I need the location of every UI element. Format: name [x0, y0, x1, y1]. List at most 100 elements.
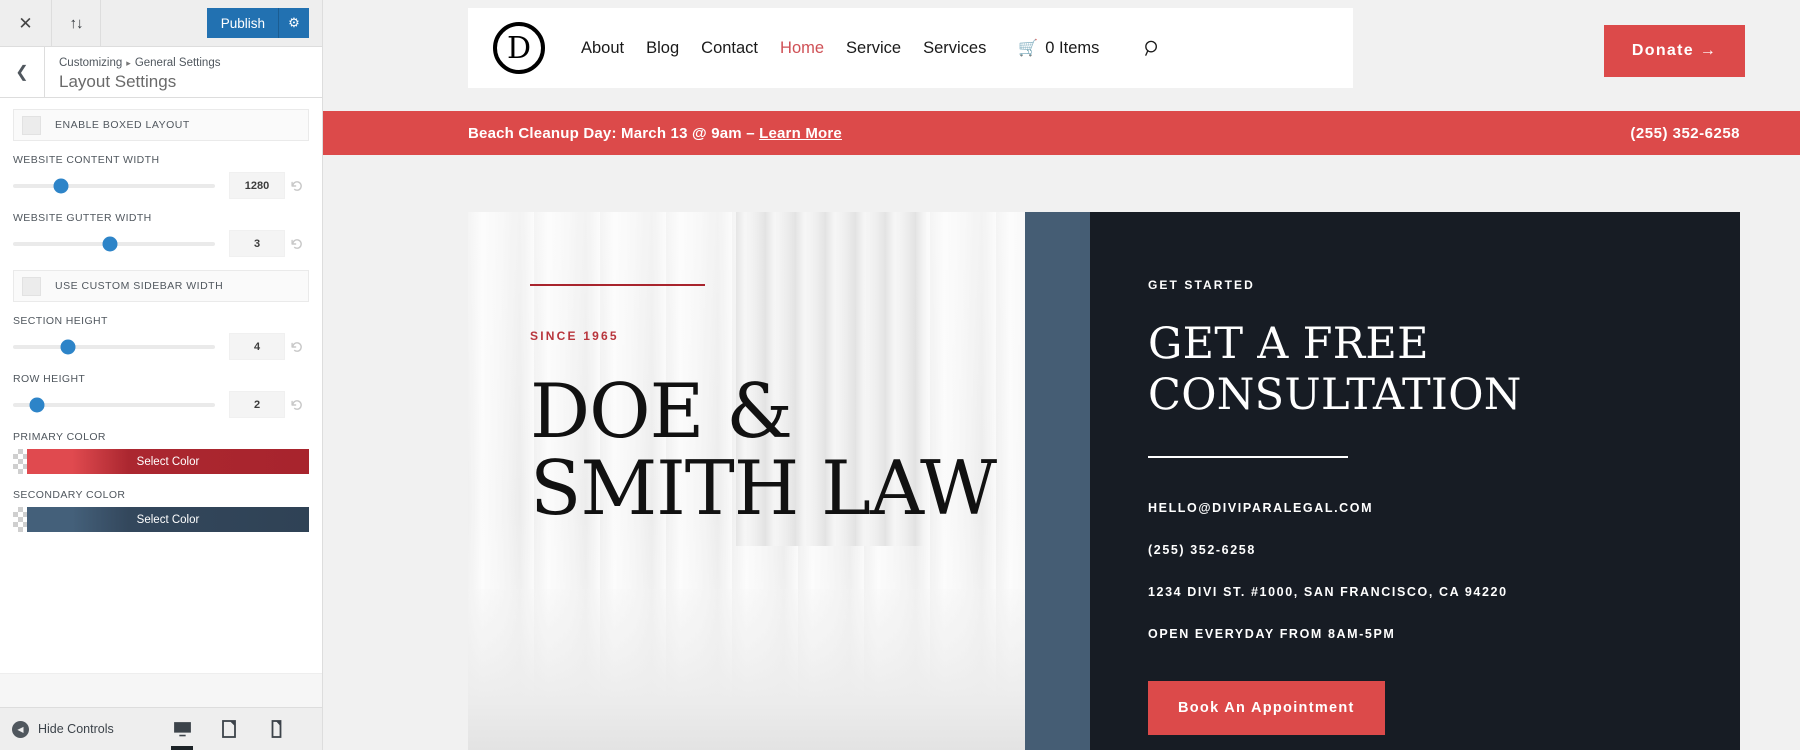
publish-label: Publish: [220, 15, 265, 31]
contact-phone[interactable]: (255) 352-6258: [1148, 543, 1740, 557]
customizer-topbar: ✕ ↑↓ Publish ⚙: [0, 0, 322, 47]
slider-knob[interactable]: [60, 339, 76, 354]
contact-address: 1234 DIVI ST. #1000, SAN FRANCISCO, CA 9…: [1148, 585, 1508, 600]
contact-details-list: HELLO@DIVIPARALEGAL.COM (255) 352-6258 1…: [1148, 501, 1740, 641]
slider-label: Row Height: [13, 373, 86, 385]
site-navbar: D About Blog Contact Home Service Servic…: [468, 8, 1353, 88]
card-divider: [1148, 456, 1348, 459]
color-button-wrap: Select Color: [13, 449, 309, 474]
slider-row: 3: [13, 230, 309, 257]
device-preview-switcher: [168, 708, 310, 750]
book-appointment-button[interactable]: Book An Appointment: [1148, 681, 1385, 736]
checkbox-box[interactable]: [22, 115, 41, 135]
slider-value[interactable]: 3: [229, 230, 285, 257]
slider-knob[interactable]: [29, 397, 45, 412]
nav-item-home[interactable]: Home: [780, 39, 824, 58]
hero-left-column: SINCE 1965 DOE & SMITH LAW: [468, 212, 1025, 750]
checkbox-label: Use Custom Sidebar Width: [55, 280, 224, 292]
hero-section: SINCE 1965 DOE & SMITH LAW GET STARTED G…: [468, 212, 1740, 750]
checkbox-label: Enable Boxed Layout: [55, 119, 190, 131]
customizer-sidebar: ✕ ↑↓ Publish ⚙ ❮ Customizing ▸ General Set…: [0, 0, 323, 750]
customizer-controls: Enable Boxed Layout Website Content Widt…: [0, 98, 322, 707]
breadcrumb-root[interactable]: Customizing: [59, 57, 122, 69]
panel-titles: Customizing ▸ General Settings Layout Sett…: [45, 47, 220, 97]
mobile-icon[interactable]: [262, 708, 290, 750]
search-icon[interactable]: [1143, 39, 1162, 58]
cart-count-label: 0 Items: [1045, 38, 1100, 57]
hero-title: DOE & SMITH LAW: [530, 367, 1025, 533]
panel-bottom-filler: [0, 673, 322, 707]
site-preview: D About Blog Contact Home Service Servic…: [323, 0, 1800, 750]
card-heading-line-1: GET A FREE: [1148, 319, 1429, 369]
color-label: Secondary Color: [13, 489, 126, 501]
checkbox-box[interactable]: [22, 276, 41, 296]
site-logo[interactable]: D: [493, 22, 545, 74]
announcement-text: Beach Cleanup Day: March 13 @ 9am – Lear…: [468, 125, 842, 142]
learn-more-link[interactable]: Learn More: [759, 125, 842, 142]
contact-hours: OPEN EVERYDAY FROM 8AM-5PM: [1148, 627, 1396, 642]
reset-icon[interactable]: [285, 179, 309, 193]
close-icon[interactable]: ✕: [0, 0, 52, 46]
hero-right-column: GET STARTED GET A FREE CONSULTATION HELL…: [1025, 212, 1740, 750]
slider-row: 4: [13, 333, 309, 360]
donate-button[interactable]: Donate →: [1603, 25, 1745, 77]
checkbox-enable-boxed-layout[interactable]: Enable Boxed Layout: [13, 109, 309, 141]
slider-label: Section Height: [13, 315, 108, 327]
chevron-left-icon[interactable]: ❮: [0, 47, 45, 97]
hero-divider: [530, 284, 705, 286]
hero-title-line-2: SMITH LAW: [530, 444, 997, 533]
alpha-checker-icon: [13, 449, 27, 474]
customizer-footer: ◀ Hide Controls: [0, 707, 322, 750]
nav-item-contact[interactable]: Contact: [701, 39, 758, 58]
customizer-screen: ✕ ↑↓ Publish ⚙ ❮ Customizing ▸ General Set…: [0, 0, 1800, 750]
breadcrumb: Customizing ▸ General Settings: [59, 56, 220, 71]
slider-knob[interactable]: [53, 178, 69, 193]
slider-row: 1280: [13, 172, 309, 199]
color-button-wrap: Select Color: [13, 507, 309, 532]
alpha-checker-icon: [13, 507, 27, 532]
slider-row-height: Row Height 2: [0, 373, 322, 418]
checkbox-use-custom-sidebar-width[interactable]: Use Custom Sidebar Width: [13, 270, 309, 302]
select-color-button-primary[interactable]: Select Color: [27, 449, 309, 474]
nav-item-services[interactable]: Services: [923, 39, 986, 58]
tablet-icon[interactable]: [215, 708, 243, 750]
reset-icon[interactable]: [285, 398, 309, 412]
nav-item-about[interactable]: About: [581, 39, 624, 58]
cart-widget[interactable]: 🛒 0 Items: [1018, 38, 1099, 58]
color-secondary: Secondary Color Select Color: [0, 489, 322, 532]
customizer-panel-header: ❮ Customizing ▸ General Settings Layout Se…: [0, 47, 322, 98]
nav-item-blog[interactable]: Blog: [646, 39, 679, 58]
slider-value[interactable]: 1280: [229, 172, 285, 199]
desktop-icon[interactable]: [168, 708, 196, 750]
sort-arrows-icon[interactable]: ↑↓: [52, 0, 101, 46]
slider-website-gutter-width: Website Gutter Width 3: [0, 212, 322, 257]
hero-eyebrow: SINCE 1965: [530, 329, 619, 343]
announcement-message: Beach Cleanup Day: March 13 @ 9am –: [468, 124, 760, 142]
nav-item-service[interactable]: Service: [846, 39, 901, 58]
gear-icon[interactable]: ⚙: [278, 8, 309, 38]
reset-icon[interactable]: [285, 340, 309, 354]
slider-track[interactable]: [13, 178, 215, 193]
breadcrumb-section[interactable]: General Settings: [135, 57, 221, 69]
slider-track[interactable]: [13, 236, 215, 251]
publish-group: Publish ⚙: [206, 0, 322, 46]
slider-track[interactable]: [13, 339, 215, 354]
slider-track[interactable]: [13, 397, 215, 412]
slider-value[interactable]: 4: [229, 333, 285, 360]
hero-title-line-1: DOE &: [530, 367, 793, 455]
slider-value[interactable]: 2: [229, 391, 285, 418]
color-primary: Primary Color Select Color: [0, 431, 322, 474]
announcement-bar: Beach Cleanup Day: March 13 @ 9am – Lear…: [323, 111, 1800, 155]
select-color-button-secondary[interactable]: Select Color: [27, 507, 309, 532]
card-heading: GET A FREE CONSULTATION: [1148, 319, 1740, 420]
slate-accent-strip: [1025, 212, 1090, 750]
slider-knob[interactable]: [102, 236, 118, 251]
contact-email[interactable]: HELLO@DIVIPARALEGAL.COM: [1148, 501, 1740, 515]
nav-links: About Blog Contact Home Service Services…: [581, 38, 1162, 58]
slider-section-height: Section Height 4: [0, 315, 322, 360]
announcement-phone[interactable]: (255) 352-6258: [1630, 125, 1740, 142]
reset-icon[interactable]: [285, 237, 309, 251]
hide-controls-button[interactable]: ◀ Hide Controls: [12, 720, 114, 738]
publish-button[interactable]: Publish ⚙: [206, 8, 309, 38]
